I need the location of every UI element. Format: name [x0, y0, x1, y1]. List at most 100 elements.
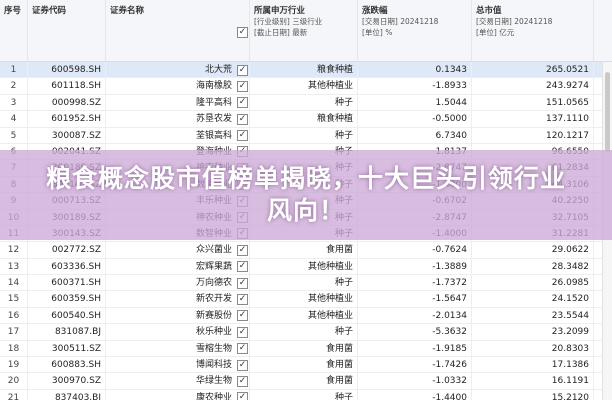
table-row[interactable]: 15 600359.SH 新农开发 ✓ 其他种植业 -1.5647 24.1520	[0, 291, 612, 308]
row-checkbox[interactable]: ✓	[237, 113, 248, 125]
industry: 食用菌	[250, 242, 358, 258]
change-percent: -1.5647	[358, 291, 472, 307]
change-percent: -1.7372	[358, 275, 472, 291]
row-checkbox[interactable]: ✓	[237, 310, 248, 322]
row-number: 18	[0, 340, 28, 357]
security-name: 新赛股份	[195, 310, 232, 321]
header-industry[interactable]: 所属申万行业 [行业级别] 三级行业 [截止日期] 最新	[250, 0, 358, 61]
table-row[interactable]: 18 300511.SZ 雪榕生物 ✓ 食用菌 -1.9185 20.8303	[0, 340, 612, 358]
industry: 食用菌	[250, 357, 358, 373]
change-percent: -0.5000	[358, 111, 472, 127]
row-check-cell: ✓	[236, 291, 250, 307]
table-row[interactable]: 1 600598.SH 北大荒 ✓ 粮食种植 0.1343 265.0521	[0, 62, 612, 79]
row-checkbox[interactable]: ✓	[237, 375, 248, 387]
table-row[interactable]: 12 002772.SZ 众兴菌业 ✓ 食用菌 -0.7624 29.0622	[0, 242, 612, 259]
row-check-cell: ✓	[236, 307, 250, 324]
row-checkbox[interactable]: ✓	[237, 343, 248, 355]
row-number: 1	[0, 62, 28, 78]
change-percent: -1.4400	[358, 389, 472, 400]
security-code: 600540.SH	[28, 307, 106, 324]
row-checkbox[interactable]: ✓	[237, 392, 248, 400]
header-name[interactable]: 证券名称	[106, 0, 236, 61]
market-cap: 120.1217	[472, 127, 594, 143]
market-cap: 28.3482	[472, 258, 594, 275]
row-number: 12	[0, 242, 28, 258]
table-row[interactable]: 21 837403.BJ 康农种业 ✓ 种子 -1.4400 15.2120	[0, 389, 612, 400]
row-number: 15	[0, 291, 28, 307]
headline-banner: 粮食概念股市值榜单揭晓，十大巨头引领行业风向！	[0, 150, 612, 240]
header-code[interactable]: 证券代码	[28, 0, 106, 61]
row-number: 14	[0, 275, 28, 291]
row-number: 5	[0, 127, 28, 143]
market-cap: 23.5544	[472, 307, 594, 324]
row-checkbox[interactable]: ✓	[237, 97, 248, 109]
table-row[interactable]: 2 601118.SH 海南橡胶 ✓ 其他种植业 -1.8933 243.9274	[0, 78, 612, 95]
table-row[interactable]: 20 300970.SZ 华绿生物 ✓ 食用菌 -1.0332 16.1191	[0, 373, 612, 390]
industry: 种子	[250, 389, 358, 400]
row-checkbox[interactable]: ✓	[237, 261, 248, 273]
market-cap: 265.0521	[472, 62, 594, 78]
security-name: 宏辉果蔬	[195, 261, 232, 272]
security-code: 300511.SZ	[28, 340, 106, 357]
header-cap[interactable]: 总市值 [交易日期] 20241218 [单位] 亿元	[472, 0, 594, 61]
security-name: 隆平高科	[195, 97, 232, 108]
row-number: 13	[0, 258, 28, 275]
row-checkbox[interactable]: ✓	[237, 293, 248, 305]
table-row[interactable]: 17 831087.BJ 秋乐种业 ✓ 种子 -5.3632 23.2099	[0, 324, 612, 341]
row-check-cell: ✓	[236, 111, 250, 127]
table-row[interactable]: 16 600540.SH 新赛股份 ✓ 其他种植业 -2.0134 23.5544	[0, 307, 612, 325]
table-row[interactable]: 19 600883.SH 博闻科技 ✓ 食用菌 -1.7426 17.1386	[0, 357, 612, 374]
industry: 其他种植业	[250, 78, 358, 94]
row-number: 16	[0, 307, 28, 324]
security-code: 601118.SH	[28, 78, 106, 94]
industry: 食用菌	[250, 373, 358, 389]
security-name: 博闻科技	[195, 360, 232, 371]
table-row[interactable]: 14 600371.SH 万向德农 ✓ 种子 -1.7372 26.0985	[0, 275, 612, 292]
header-num[interactable]: 序号	[0, 0, 28, 61]
header-change[interactable]: 涨跌幅 [交易日期] 20241218 [单位] %	[358, 0, 472, 61]
row-checkbox[interactable]: ✓	[237, 80, 248, 92]
header-check[interactable]: ✓	[236, 0, 250, 61]
table-row[interactable]: 4 601952.SH 苏垦农发 ✓ 粮食种植 -0.5000 137.1110	[0, 111, 612, 128]
security-code: 600359.SH	[28, 291, 106, 307]
scrollbar-thumb[interactable]	[605, 72, 610, 152]
row-checkbox[interactable]: ✓	[237, 326, 248, 338]
header-checkbox[interactable]: ✓	[237, 27, 248, 38]
table-header: 序号 证券代码 证券名称 ✓ 所属申万行业 [行业级别] 三级行业 [截止日期]…	[0, 0, 612, 62]
row-number: 21	[0, 389, 28, 400]
security-code: 601952.SH	[28, 111, 106, 127]
industry: 种子	[250, 94, 358, 111]
table-row[interactable]: 5 300087.SZ 荃银高科 ✓ 种子 6.7340 120.1217	[0, 127, 612, 144]
market-cap: 24.1520	[472, 291, 594, 307]
row-check-cell: ✓	[236, 78, 250, 94]
change-percent: 6.7340	[358, 127, 472, 143]
security-name: 华绿生物	[195, 376, 232, 387]
change-percent: -1.8933	[358, 78, 472, 94]
table-row[interactable]: 3 000998.SZ 隆平高科 ✓ 种子 1.5044 151.0565	[0, 94, 612, 112]
row-check-cell: ✓	[236, 357, 250, 373]
security-name: 新农开发	[195, 294, 232, 305]
industry: 粮食种植	[250, 111, 358, 127]
row-checkbox[interactable]: ✓	[237, 277, 248, 289]
industry: 种子	[250, 275, 358, 291]
row-number: 17	[0, 324, 28, 340]
row-checkbox[interactable]: ✓	[237, 64, 248, 76]
row-check-cell: ✓	[236, 275, 250, 291]
row-number: 19	[0, 357, 28, 373]
row-checkbox[interactable]: ✓	[237, 244, 248, 256]
market-cap: 151.0565	[472, 94, 594, 111]
market-cap: 15.2120	[472, 389, 594, 400]
header-spacer	[594, 0, 612, 61]
market-cap: 26.0985	[472, 275, 594, 291]
row-checkbox[interactable]: ✓	[237, 359, 248, 371]
change-percent: 0.1343	[358, 62, 472, 78]
market-cap: 23.2099	[472, 324, 594, 340]
industry: 种子	[250, 324, 358, 340]
security-code: 000998.SZ	[28, 94, 106, 111]
row-number: 4	[0, 111, 28, 127]
security-name: 康农种业	[195, 392, 232, 400]
row-checkbox[interactable]: ✓	[237, 130, 248, 142]
row-check-cell: ✓	[236, 242, 250, 258]
table-row[interactable]: 13 603336.SH 宏辉果蔬 ✓ 其他种植业 -1.3889 28.3482	[0, 258, 612, 276]
security-code: 837403.BJ	[28, 389, 106, 400]
